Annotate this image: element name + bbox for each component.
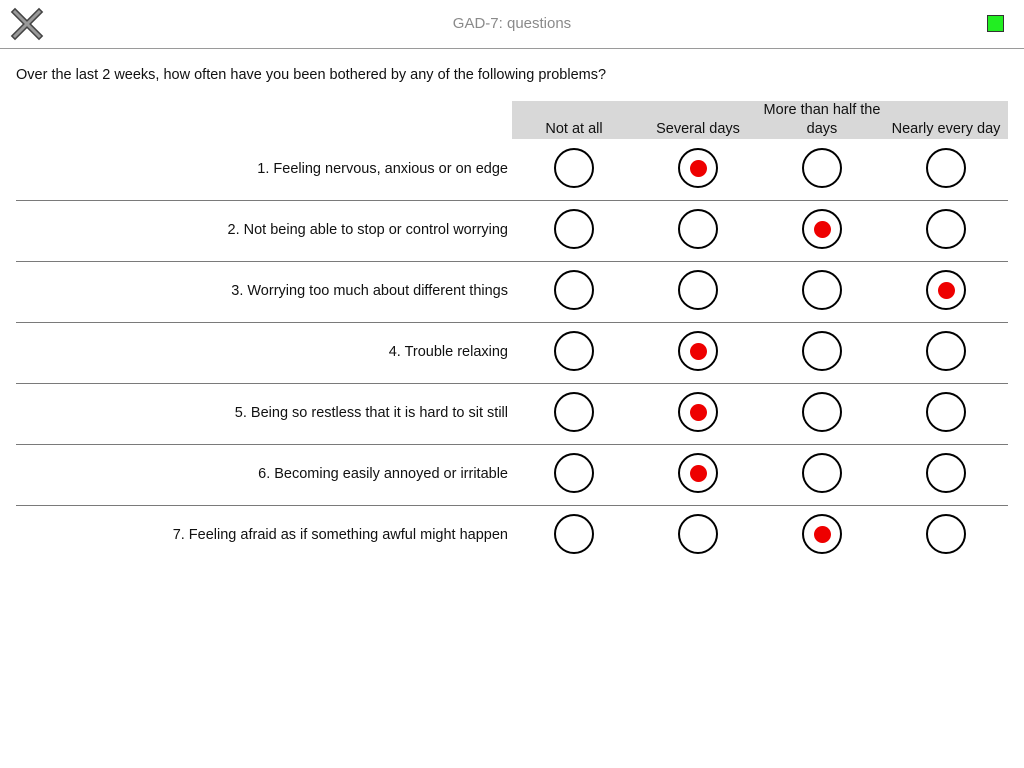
answer-radio[interactable] — [678, 148, 718, 188]
column-header-label: Not at all — [545, 121, 603, 137]
answer-column-headers: Not at all Several days More than half t… — [512, 101, 1008, 139]
answer-radio[interactable] — [926, 392, 966, 432]
selected-dot-icon — [689, 464, 707, 482]
selected-dot-icon — [937, 281, 955, 299]
answer-radio[interactable] — [554, 453, 594, 493]
question-row: 4. Trouble relaxing — [16, 322, 1008, 384]
answer-radio[interactable] — [554, 270, 594, 310]
column-header-label: Nearly every day — [891, 121, 1001, 137]
answer-radio[interactable] — [802, 331, 842, 371]
question-row: 2. Not being able to stop or control wor… — [16, 200, 1008, 262]
selected-dot-icon — [689, 342, 707, 360]
answer-radio[interactable] — [554, 392, 594, 432]
answer-radio[interactable] — [926, 331, 966, 371]
answer-radio[interactable] — [678, 514, 718, 554]
question-prompt: Over the last 2 weeks, how often have yo… — [16, 67, 607, 83]
answer-radio[interactable] — [926, 209, 966, 249]
question-item-label: 5. Being so restless that it is hard to … — [234, 405, 508, 421]
answer-radio[interactable] — [554, 148, 594, 188]
answer-radio[interactable] — [678, 270, 718, 310]
column-header-not-at-all: Not at all — [512, 101, 636, 139]
selected-dot-icon — [813, 220, 831, 238]
page-title: GAD-7: questions — [452, 15, 572, 32]
question-item-label: 7. Feeling afraid as if something awful … — [172, 527, 508, 543]
answer-radio[interactable] — [678, 331, 718, 371]
column-header-nearly-every-day: Nearly every day — [884, 101, 1008, 139]
answer-radio[interactable] — [678, 453, 718, 493]
question-item-label: 2. Not being able to stop or control wor… — [227, 222, 508, 238]
answer-radio[interactable] — [926, 148, 966, 188]
column-header-label: More than half the days — [763, 102, 881, 137]
answer-radio[interactable] — [554, 209, 594, 249]
question-item-label: 3. Worrying too much about different thi… — [231, 283, 508, 299]
status-indicator — [987, 15, 1004, 32]
answer-radio[interactable] — [802, 453, 842, 493]
column-header-several-days: Several days — [636, 101, 760, 139]
selected-dot-icon — [813, 525, 831, 543]
answer-radio[interactable] — [802, 392, 842, 432]
answer-radio[interactable] — [802, 270, 842, 310]
selected-dot-icon — [689, 403, 707, 421]
question-item-label: 1. Feeling nervous, anxious or on edge — [257, 161, 508, 177]
question-row: 7. Feeling afraid as if something awful … — [16, 505, 1008, 566]
answer-radio[interactable] — [802, 514, 842, 554]
column-header-label: Several days — [656, 121, 740, 137]
answer-radio[interactable] — [554, 331, 594, 371]
answer-radio[interactable] — [926, 270, 966, 310]
question-item-label: 6. Becoming easily annoyed or irritable — [258, 466, 508, 482]
question-row: 6. Becoming easily annoyed or irritable — [16, 444, 1008, 506]
answer-radio[interactable] — [678, 209, 718, 249]
answer-radio[interactable] — [926, 514, 966, 554]
column-header-more-than-half: More than half the days — [760, 101, 884, 139]
selected-dot-icon — [689, 159, 707, 177]
question-row: 3. Worrying too much about different thi… — [16, 261, 1008, 323]
answer-radio[interactable] — [802, 148, 842, 188]
answer-radio[interactable] — [554, 514, 594, 554]
question-item-label: 4. Trouble relaxing — [388, 344, 508, 360]
answer-radio[interactable] — [678, 392, 718, 432]
top-bar: GAD-7: questions — [0, 0, 1024, 49]
answer-radio[interactable] — [802, 209, 842, 249]
answer-radio[interactable] — [926, 453, 966, 493]
question-row: 5. Being so restless that it is hard to … — [16, 383, 1008, 445]
question-row: 1. Feeling nervous, anxious or on edge — [16, 139, 1008, 201]
